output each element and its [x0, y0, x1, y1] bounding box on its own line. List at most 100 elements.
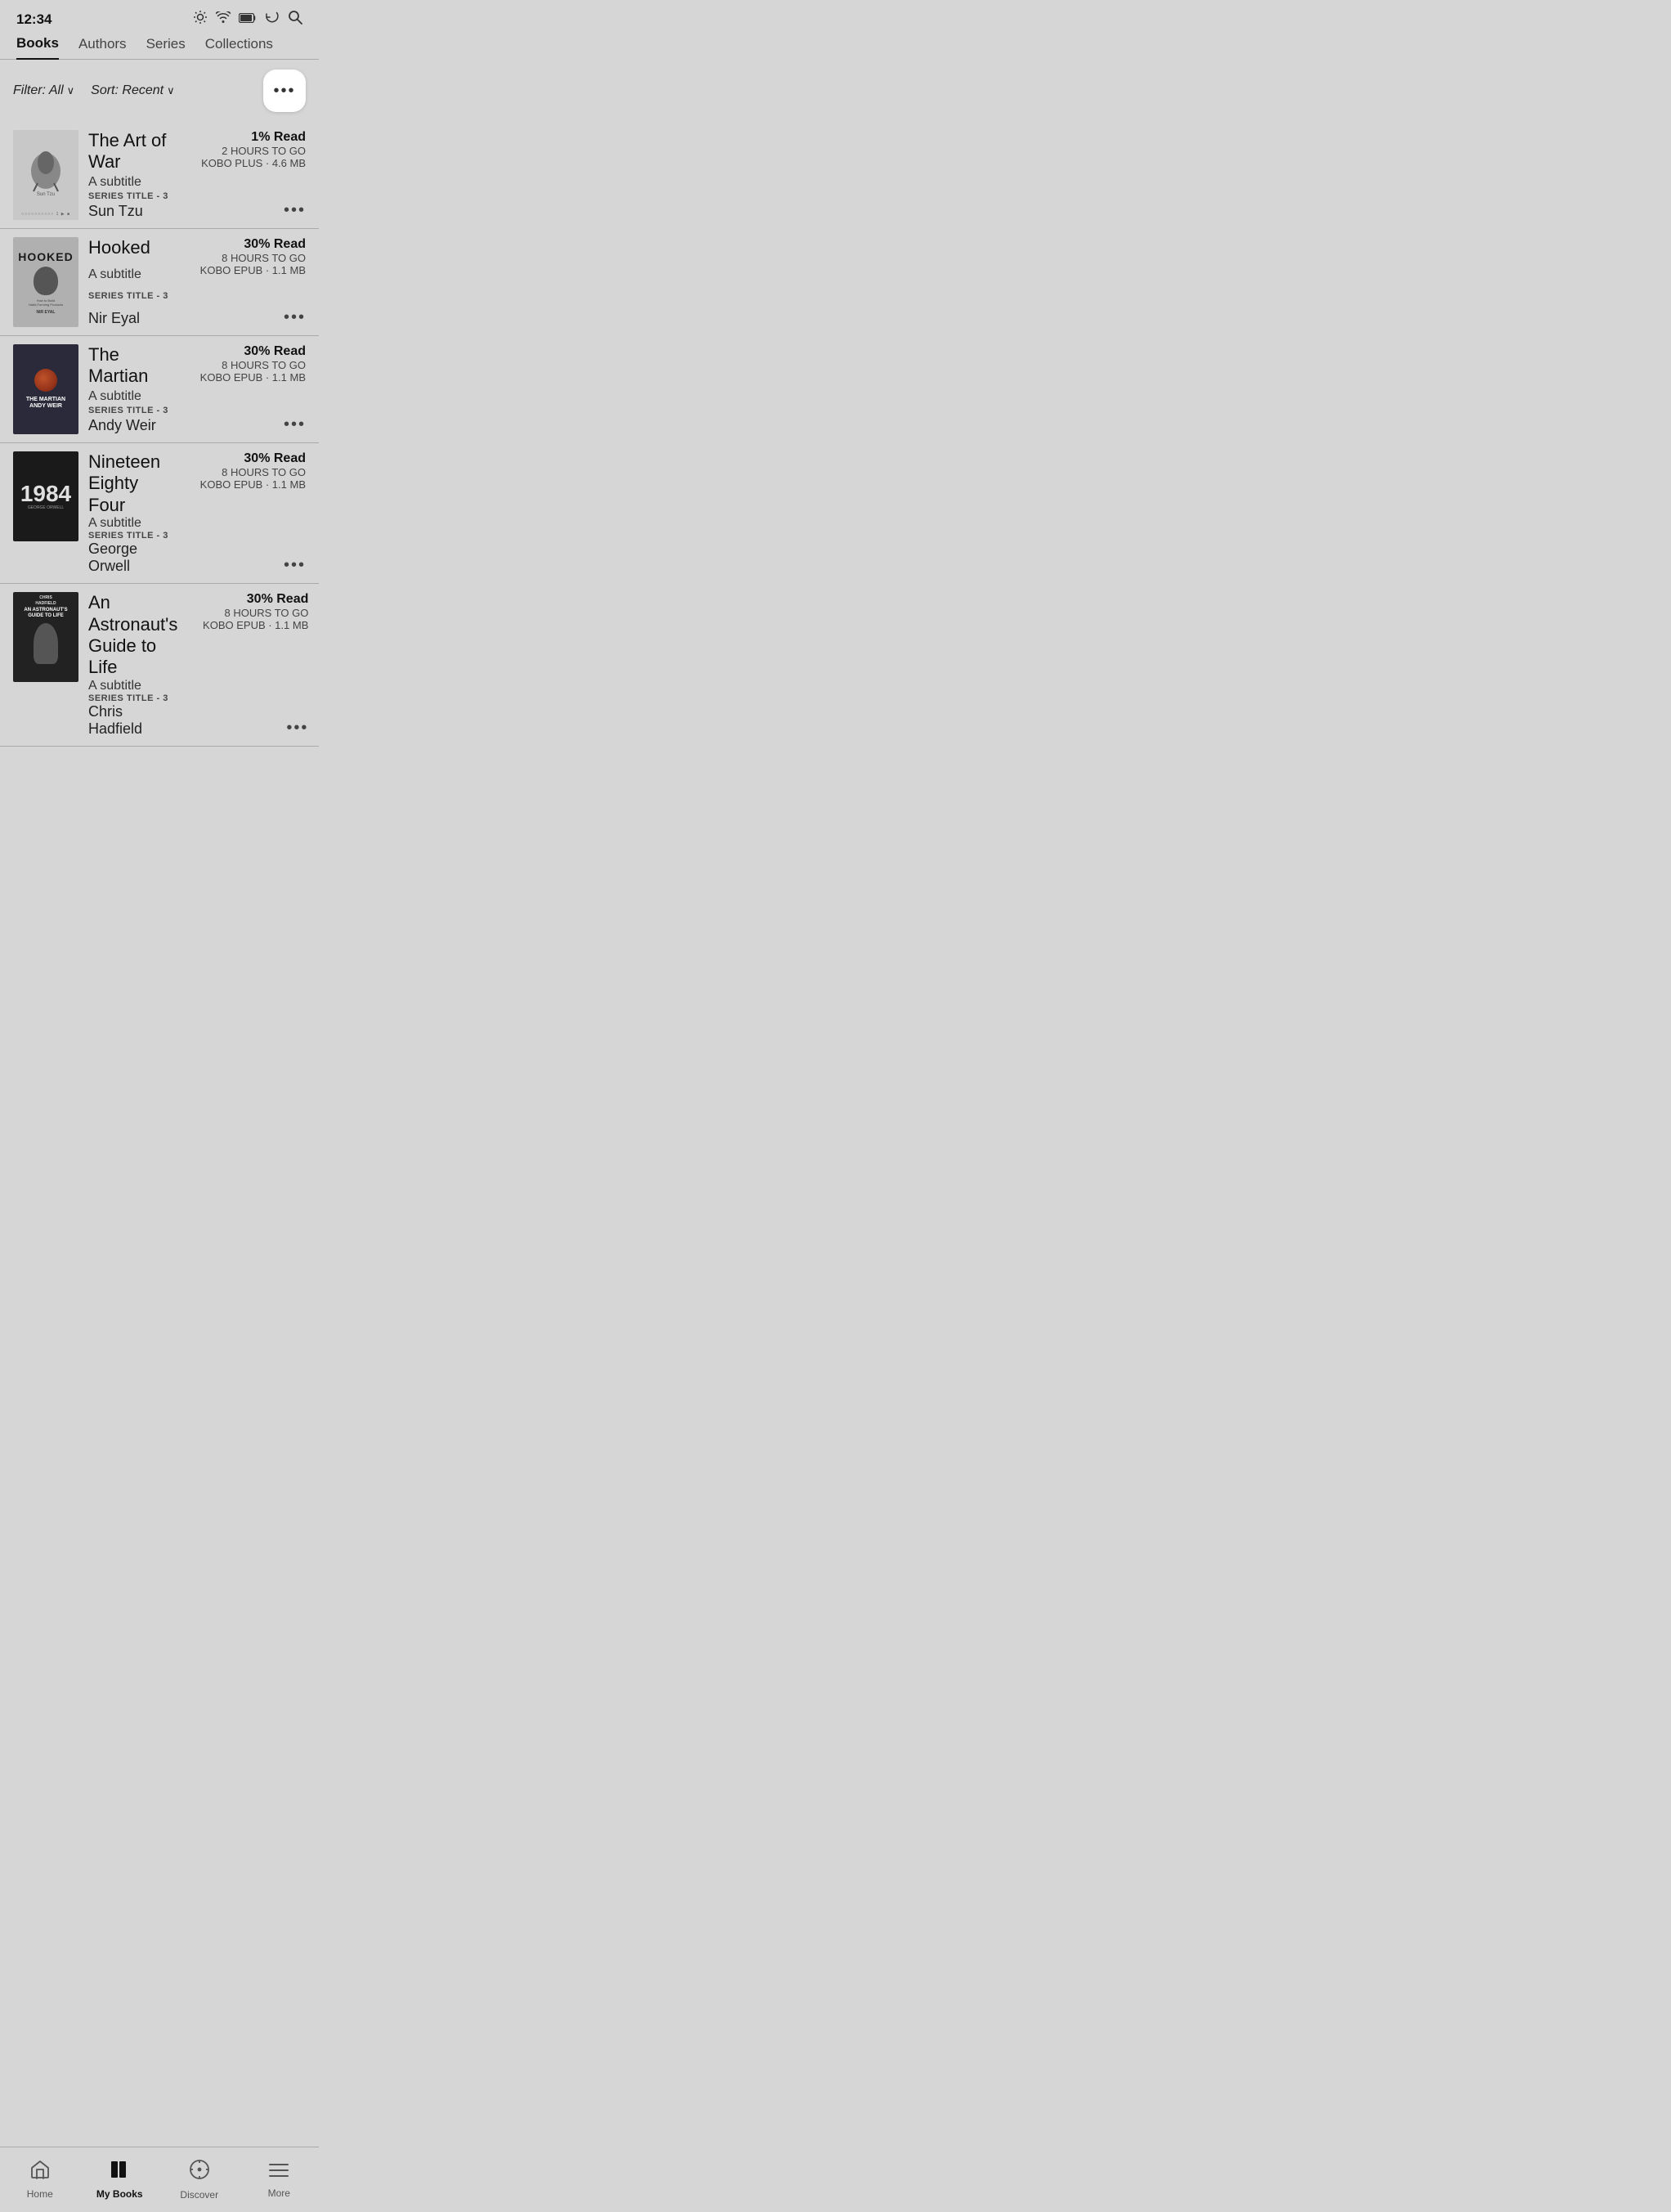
nav-item-more[interactable]: More [250, 2161, 307, 2199]
hours-to-go: 8 HOURS TO GO [200, 252, 306, 264]
book-list: ○○○○○○○○○○ 1 ▶ ■ Sun Tzu The Art of War … [0, 122, 319, 747]
book-series: SERIES TITLE - 3 [88, 406, 175, 415]
tab-authors[interactable]: Authors [78, 36, 127, 59]
book-meta: 1% Read 2 HOURS TO GO KOBO PLUS · 4.6 MB… [191, 130, 306, 220]
file-info: KOBO EPUB · 1.1 MB [200, 371, 306, 384]
nav-label-my-books: My Books [96, 2188, 143, 2200]
book-cover: HOOKED How to BuildHabit-Forming Product… [13, 237, 78, 327]
book-info: The Martian A subtitle SERIES TITLE - 3 … [88, 344, 181, 434]
book-author: Chris Hadfield [88, 703, 177, 738]
hours-to-go: 8 HOURS TO GO [200, 359, 306, 371]
book-info: Nineteen Eighty Four A subtitle SERIES T… [88, 451, 181, 575]
book-title: Hooked [88, 237, 175, 258]
read-percent: 30% Read [200, 237, 306, 252]
status-bar: 12:34 [0, 0, 319, 35]
file-info: KOBO EPUB · 1.1 MB [200, 264, 306, 276]
filter-bar: Filter: All ∨ Sort: Recent ∨ ••• [0, 60, 319, 122]
book-cover: THE MARTIANANDY WEIR [13, 344, 78, 434]
book-cover: CHRISHADFIELD AN ASTRONAUT'SGUIDE TO LIF… [13, 592, 78, 682]
list-item[interactable]: ○○○○○○○○○○ 1 ▶ ■ Sun Tzu The Art of War … [0, 122, 319, 229]
sort-button[interactable]: Sort: Recent ∨ [91, 83, 174, 98]
book-author: Sun Tzu [88, 203, 175, 220]
book-meta: 30% Read 8 HOURS TO GO KOBO EPUB · 1.1 M… [191, 451, 306, 575]
meta-top: 30% Read 8 HOURS TO GO KOBO EPUB · 1.1 M… [200, 451, 306, 491]
tab-series[interactable]: Series [146, 36, 186, 59]
hours-to-go: 8 HOURS TO GO [203, 607, 308, 619]
options-dots: ••• [273, 82, 295, 101]
book-author: George Orwell [88, 541, 175, 575]
list-item[interactable]: HOOKED How to BuildHabit-Forming Product… [0, 229, 319, 336]
book-title: The Martian [88, 344, 175, 388]
book-meta: 30% Read 8 HOURS TO GO KOBO EPUB · 1.1 M… [194, 592, 308, 738]
tab-bar: Books Authors Series Collections [0, 35, 319, 60]
meta-top: 30% Read 8 HOURS TO GO KOBO EPUB · 1.1 M… [203, 592, 308, 631]
book-title: The Art of War [88, 130, 175, 173]
nav-label-discover: Discover [180, 2189, 218, 2201]
book-meta: 30% Read 8 HOURS TO GO KOBO EPUB · 1.1 M… [191, 237, 306, 327]
svg-text:Sun Tzu: Sun Tzu [37, 192, 55, 195]
file-info: KOBO EPUB · 1.1 MB [203, 619, 308, 631]
item-more-button[interactable]: ••• [284, 415, 306, 434]
book-author: Nir Eyal [88, 310, 175, 327]
tab-collections[interactable]: Collections [205, 36, 273, 59]
meta-top: 30% Read 8 HOURS TO GO KOBO EPUB · 1.1 M… [200, 344, 306, 384]
book-series: SERIES TITLE - 3 [88, 531, 175, 541]
list-item[interactable]: CHRISHADFIELD AN ASTRONAUT'SGUIDE TO LIF… [0, 584, 319, 747]
book-series: SERIES TITLE - 3 [88, 291, 175, 301]
book-info: Hooked A subtitle SERIES TITLE - 3 Nir E… [88, 237, 181, 327]
status-icons [193, 10, 302, 29]
book-subtitle: A subtitle [88, 679, 177, 693]
book-info: An Astronaut's Guide to Life A subtitle … [88, 592, 184, 738]
nav-item-home[interactable]: Home [11, 2160, 69, 2200]
nav-label-more: More [268, 2187, 290, 2199]
item-more-button[interactable]: ••• [284, 308, 306, 327]
file-info: KOBO PLUS · 4.6 MB [201, 157, 306, 169]
book-subtitle: A subtitle [88, 175, 175, 190]
meta-top: 1% Read 2 HOURS TO GO KOBO PLUS · 4.6 MB [201, 130, 306, 169]
item-more-button[interactable]: ••• [286, 719, 308, 738]
book-series: SERIES TITLE - 3 [88, 191, 175, 201]
discover-icon [189, 2159, 210, 2186]
brightness-icon [193, 10, 208, 29]
list-item[interactable]: THE MARTIANANDY WEIR The Martian A subti… [0, 336, 319, 443]
search-icon[interactable] [288, 10, 302, 29]
book-cover: 1984 GEORGE ORWELL [13, 451, 78, 541]
book-cover: ○○○○○○○○○○ 1 ▶ ■ Sun Tzu [13, 130, 78, 220]
options-button[interactable]: ••• [263, 70, 306, 112]
filter-chevron: ∨ [67, 84, 75, 97]
hours-to-go: 8 HOURS TO GO [200, 466, 306, 478]
status-time: 12:34 [16, 11, 52, 28]
nav-label-home: Home [27, 2188, 53, 2200]
bottom-nav: Home My Books Discover [0, 2147, 319, 2212]
book-subtitle: A subtitle [88, 267, 175, 282]
item-more-button[interactable]: ••• [284, 556, 306, 575]
filter-button[interactable]: Filter: All ∨ [13, 83, 74, 98]
book-info: The Art of War A subtitle SERIES TITLE -… [88, 130, 181, 220]
book-subtitle: A subtitle [88, 389, 175, 404]
read-percent: 30% Read [203, 592, 308, 607]
book-meta: 30% Read 8 HOURS TO GO KOBO EPUB · 1.1 M… [191, 344, 306, 434]
battery-icon [239, 12, 257, 27]
filter-label: Filter: All [13, 83, 64, 98]
nav-item-discover[interactable]: Discover [171, 2159, 228, 2201]
more-icon [268, 2161, 289, 2184]
book-title: Nineteen Eighty Four [88, 451, 175, 516]
read-percent: 1% Read [201, 130, 306, 145]
wifi-icon [216, 11, 231, 27]
sort-chevron: ∨ [167, 84, 175, 97]
tab-books[interactable]: Books [16, 35, 59, 60]
item-more-button[interactable]: ••• [284, 201, 306, 220]
book-series: SERIES TITLE - 3 [88, 693, 177, 703]
nav-item-my-books[interactable]: My Books [91, 2160, 148, 2200]
sort-label: Sort: Recent [91, 83, 164, 98]
hours-to-go: 2 HOURS TO GO [201, 145, 306, 157]
book-title: An Astronaut's Guide to Life [88, 592, 177, 679]
home-icon [29, 2160, 51, 2185]
sync-icon[interactable] [265, 10, 280, 29]
list-item[interactable]: 1984 GEORGE ORWELL Nineteen Eighty Four … [0, 443, 319, 584]
meta-top: 30% Read 8 HOURS TO GO KOBO EPUB · 1.1 M… [200, 237, 306, 276]
read-percent: 30% Read [200, 344, 306, 359]
file-info: KOBO EPUB · 1.1 MB [200, 478, 306, 491]
book-author: Andy Weir [88, 417, 175, 434]
my-books-icon [109, 2160, 130, 2185]
